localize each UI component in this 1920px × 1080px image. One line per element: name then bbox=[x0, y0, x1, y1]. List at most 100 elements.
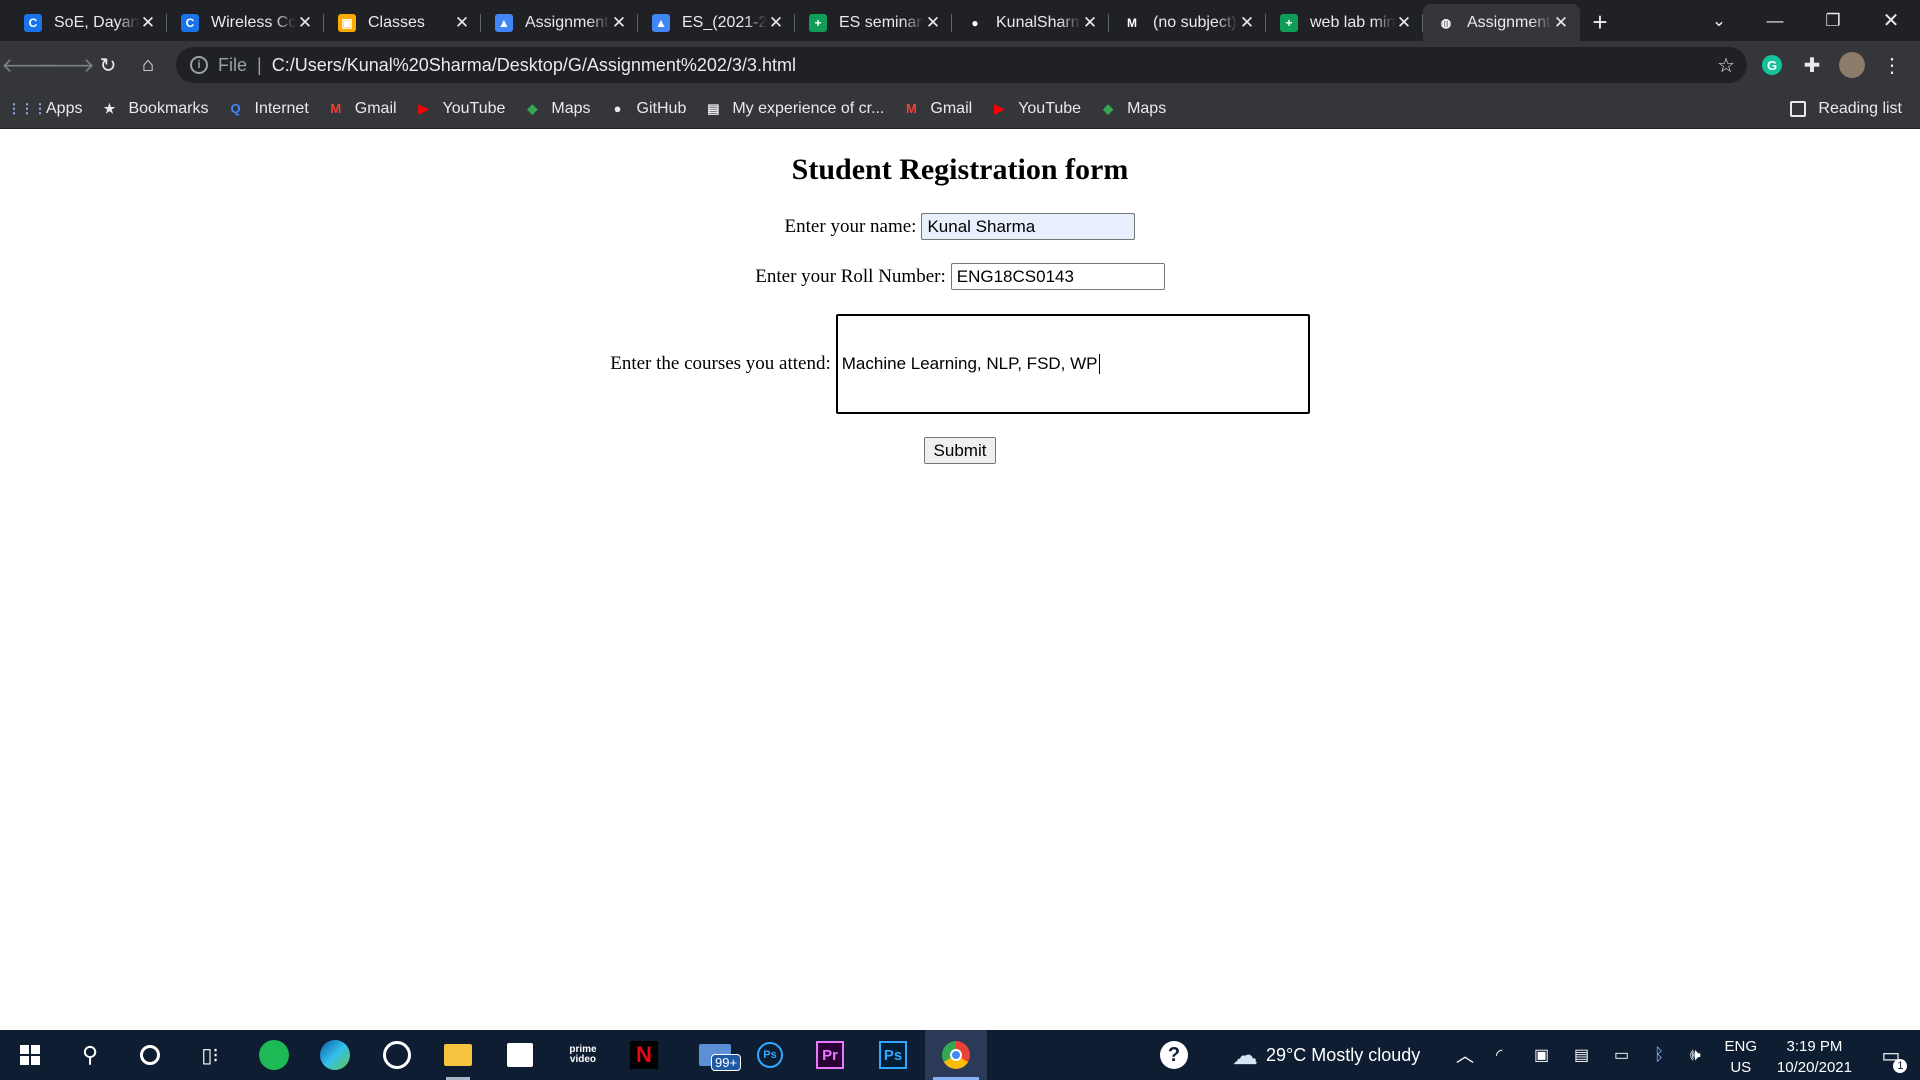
volume-icon[interactable]: 🕪 bbox=[1690, 1030, 1701, 1080]
meet-now-icon[interactable]: ▣ bbox=[1534, 1030, 1549, 1080]
bookmark-star-icon[interactable]: ☆ bbox=[1717, 53, 1735, 78]
browser-tab[interactable]: ▲ Assignment ✕ bbox=[481, 4, 638, 41]
reload-button[interactable]: ↻ bbox=[92, 49, 124, 81]
courses-text: Machine Learning, NLP, FSD, WP bbox=[841, 354, 1098, 373]
bluetooth-icon[interactable]: ᛒ bbox=[1654, 1030, 1664, 1080]
address-bar[interactable]: i File | C:/Users/Kunal%20Sharma/Desktop… bbox=[176, 47, 1747, 83]
close-tab-icon[interactable]: ✕ bbox=[1081, 13, 1099, 33]
prime-video-icon[interactable]: prime video bbox=[553, 1030, 613, 1080]
new-tab-button[interactable]: + bbox=[1580, 4, 1620, 41]
close-tab-icon[interactable]: ✕ bbox=[1395, 13, 1413, 33]
weather-widget[interactable]: ☁ 29°C Mostly cloudy bbox=[1232, 1030, 1420, 1080]
bookmark-item[interactable]: ★ Bookmarks bbox=[100, 100, 209, 118]
reading-list-label: Reading list bbox=[1818, 100, 1902, 117]
edge-icon[interactable] bbox=[305, 1030, 365, 1080]
browser-tab[interactable]: M (no subject) ✕ bbox=[1109, 4, 1266, 41]
address-scheme: File bbox=[218, 54, 248, 75]
back-button[interactable]: 🡐 bbox=[1, 49, 55, 81]
roll-label: Enter your Roll Number: bbox=[755, 265, 946, 287]
reading-list-button[interactable]: Reading list bbox=[1790, 89, 1902, 129]
bookmark-item[interactable]: ▤ My experience of cr... bbox=[704, 100, 884, 118]
close-tab-icon[interactable]: ✕ bbox=[1238, 13, 1256, 33]
home-button[interactable]: ⌂ bbox=[132, 49, 164, 81]
browser-menu-icon[interactable]: ⋮ bbox=[1876, 49, 1908, 81]
wifi-icon[interactable]: ◜ bbox=[1496, 1030, 1502, 1080]
bookmark-item[interactable]: ◆ Maps bbox=[523, 100, 590, 118]
minimize-button[interactable]: — bbox=[1752, 0, 1798, 41]
close-tab-icon[interactable]: ✕ bbox=[767, 13, 785, 33]
premiere-pro-icon[interactable]: Pr bbox=[800, 1030, 860, 1080]
bookmark-label: YouTube bbox=[1018, 99, 1082, 117]
security-icon[interactable]: ▤ bbox=[1574, 1030, 1589, 1080]
maps-icon: ◆ bbox=[1103, 100, 1114, 116]
browser-tab[interactable]: ▲ ES_(2021-22)✕ bbox=[638, 4, 795, 41]
photoshop-express-icon[interactable]: Ps bbox=[740, 1030, 800, 1080]
close-tab-icon[interactable]: ✕ bbox=[139, 13, 157, 33]
close-tab-icon[interactable]: ✕ bbox=[924, 13, 942, 33]
browser-tab[interactable]: ◍ Assignment ✕ bbox=[1423, 4, 1580, 41]
tab-title: ES seminar bbox=[839, 13, 922, 31]
bookmark-item[interactable]: ⋮⋮⋮ Apps bbox=[8, 100, 83, 118]
close-tab-icon[interactable]: ✕ bbox=[1552, 13, 1570, 33]
bookmarks-bar: ⋮⋮⋮ Apps ★ Bookmarks Q Internet M Gmail ▶ YouTube… bbox=[0, 89, 1920, 129]
name-input[interactable]: Kunal Sharma bbox=[921, 213, 1136, 240]
bookmark-item[interactable]: ▶ YouTube bbox=[415, 100, 506, 118]
tab-title: KunalSharma bbox=[996, 13, 1081, 31]
classroom-icon: ▣ bbox=[338, 13, 356, 32]
netflix-icon[interactable]: N bbox=[614, 1030, 674, 1080]
page-content: Student Registration form Enter your nam… bbox=[0, 129, 1920, 1030]
roll-number-input[interactable]: ENG18CS0143 bbox=[950, 263, 1165, 290]
site-info-icon[interactable]: i bbox=[190, 56, 208, 74]
globe-icon: ◍ bbox=[1437, 13, 1455, 32]
browser-tab[interactable]: C SoE, Dayananda✕ bbox=[10, 4, 167, 41]
grammarly-extension-icon[interactable]: G bbox=[1756, 49, 1788, 81]
clock[interactable]: 3:19 PM 10/20/2021 bbox=[1777, 1036, 1852, 1078]
cloud-icon: ☁ bbox=[1232, 1039, 1258, 1070]
file-explorer-icon[interactable] bbox=[428, 1030, 488, 1080]
close-tab-icon[interactable]: ✕ bbox=[453, 13, 471, 33]
profile-avatar[interactable] bbox=[1836, 49, 1868, 81]
cortana-icon[interactable] bbox=[120, 1030, 180, 1080]
photoshop-icon[interactable]: Ps bbox=[863, 1030, 923, 1080]
browser-tab[interactable]: ● KunalSharma✕ bbox=[952, 4, 1109, 41]
courses-row: Enter the courses you attend: Machine Le… bbox=[0, 314, 1920, 414]
battery-icon[interactable]: ▭ bbox=[1614, 1030, 1629, 1080]
task-view-icon[interactable]: ▯⁝ bbox=[180, 1030, 240, 1080]
bookmark-item[interactable]: M Gmail bbox=[327, 100, 396, 118]
bookmark-item[interactable]: ● GitHub bbox=[609, 100, 687, 118]
tab-title: (no subject) bbox=[1153, 13, 1237, 31]
close-tab-icon[interactable]: ✕ bbox=[296, 13, 314, 33]
help-icon[interactable]: ? bbox=[1144, 1030, 1204, 1080]
tab-search-icon[interactable]: ⌄ bbox=[1696, 0, 1742, 41]
bookmark-label: Maps bbox=[1127, 99, 1167, 117]
forward-button[interactable]: 🡒 bbox=[41, 49, 95, 81]
language-indicator[interactable]: ENG US bbox=[1724, 1036, 1757, 1078]
browser-tab[interactable]: ▣ Classes ✕ bbox=[324, 4, 481, 41]
browser-tab[interactable]: + web lab mini ✕ bbox=[1266, 4, 1423, 41]
bookmark-item[interactable]: ▶ YouTube bbox=[990, 100, 1081, 118]
mail-icon[interactable]: 99+ bbox=[685, 1030, 745, 1080]
submit-button[interactable]: Submit bbox=[923, 437, 997, 464]
bookmark-item[interactable]: Q Internet bbox=[227, 100, 308, 118]
notification-center-icon[interactable]: ▭ 1 bbox=[1868, 1030, 1914, 1080]
bookmark-item[interactable]: ◆ Maps bbox=[1099, 100, 1166, 118]
bookmark-item[interactable]: M Gmail bbox=[902, 100, 972, 118]
search-icon[interactable]: ⚲ bbox=[60, 1030, 120, 1080]
whatsapp-icon[interactable] bbox=[367, 1030, 427, 1080]
chrome-icon[interactable] bbox=[925, 1030, 987, 1080]
courses-textarea[interactable]: Machine Learning, NLP, FSD, WP bbox=[835, 314, 1310, 414]
article-icon: ▤ bbox=[707, 100, 720, 116]
restore-button[interactable]: ❐ bbox=[1810, 0, 1856, 41]
windows-start-icon[interactable] bbox=[0, 1030, 60, 1080]
tab-strip: CSoE, Dayananda✕CWireless Comm✕▣Classes✕… bbox=[0, 0, 1920, 41]
spotify-icon[interactable] bbox=[244, 1030, 304, 1080]
close-window-button[interactable]: ✕ bbox=[1868, 0, 1914, 41]
address-url[interactable]: C:/Users/Kunal%20Sharma/Desktop/G/Assign… bbox=[272, 55, 796, 76]
c-logo-icon: C bbox=[24, 13, 42, 32]
browser-tab[interactable]: C Wireless Comm✕ bbox=[167, 4, 324, 41]
show-hidden-icons-chevron-icon[interactable]: ︿ bbox=[1456, 1030, 1474, 1080]
close-tab-icon[interactable]: ✕ bbox=[610, 13, 628, 33]
microsoft-store-icon[interactable] bbox=[490, 1030, 550, 1080]
extensions-puzzle-icon[interactable]: ✚ bbox=[1796, 49, 1828, 81]
browser-tab[interactable]: + ES seminar ✕ bbox=[795, 4, 952, 41]
